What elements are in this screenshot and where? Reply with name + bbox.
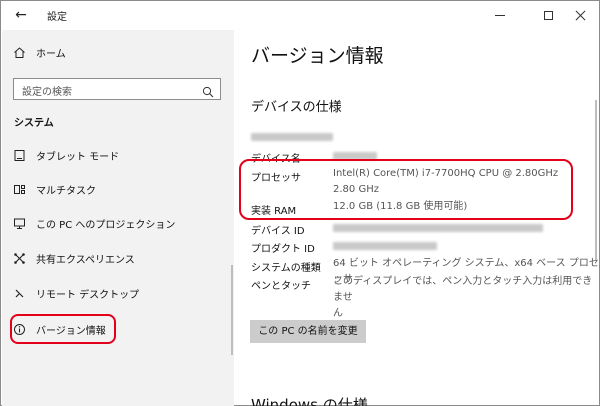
processor-label: プロセッサ xyxy=(251,173,301,184)
device-spec-heading: デバイスの仕様 xyxy=(251,100,342,115)
computer-name-redacted xyxy=(251,133,333,141)
sidebar-item-label: マルチタスク xyxy=(36,185,96,197)
close-button[interactable] xyxy=(560,2,600,28)
processor-value-line1: Intel(R) Core(TM) i7-7700HQ CPU @ 2.80GH… xyxy=(333,168,559,179)
search-input[interactable]: 設定の検索 xyxy=(13,78,221,100)
sidebar-item-label: ホーム xyxy=(36,48,66,60)
title-bar: ← 設定 xyxy=(2,2,600,30)
home-icon xyxy=(12,45,26,59)
sidebar-item-multitask[interactable]: マルチタスク xyxy=(2,176,234,202)
device-id-value-redacted xyxy=(333,224,543,232)
sidebar-item-label: 共有エクスペリエンス xyxy=(36,254,135,266)
multitask-icon xyxy=(12,182,26,196)
info-icon xyxy=(12,322,26,336)
tablet-icon xyxy=(12,148,26,162)
sidebar-item-about[interactable]: バージョン情報 xyxy=(2,316,234,342)
main-scrollbar[interactable] xyxy=(595,100,597,260)
sidebar: ホーム 設定の検索 システム タブレット モード マルチタスク この PC への… xyxy=(2,30,234,406)
sidebar-item-label: バージョン情報 xyxy=(36,325,106,337)
rename-pc-button[interactable]: この PC の名前を変更 xyxy=(250,320,366,343)
close-icon xyxy=(575,10,586,21)
sidebar-item-tablet-mode[interactable]: タブレット モード xyxy=(2,142,234,168)
processor-value: Intel(R) Core(TM) i7-7700HQ CPU @ 2.80GH… xyxy=(333,166,558,198)
shared-experience-icon xyxy=(12,251,26,265)
product-id-value-redacted xyxy=(333,242,437,250)
sidebar-item-home[interactable]: ホーム xyxy=(2,39,234,65)
sidebar-item-label: リモート デスクトップ xyxy=(36,289,140,301)
ram-label: 実装 RAM xyxy=(251,206,297,217)
minimize-button[interactable] xyxy=(480,2,520,28)
page-title: バージョン情報 xyxy=(251,45,384,67)
pen-touch-label: ペンとタッチ xyxy=(251,281,311,292)
pen-touch-value: このディスプレイでは、ペン入力とタッチ入力は利用できませ ん xyxy=(333,274,600,322)
system-type-label: システムの種類 xyxy=(251,263,321,274)
windows-spec-heading: Windows の仕様 xyxy=(251,396,368,406)
sidebar-item-label: タブレット モード xyxy=(36,151,120,163)
sidebar-item-label: この PC へのプロジェクション xyxy=(36,219,176,231)
pen-touch-value-line1: このディスプレイでは、ペン入力とタッチ入力は利用できませ xyxy=(333,276,593,303)
sidebar-item-remote-desktop[interactable]: リモート デスクトップ xyxy=(2,280,234,306)
maximize-icon xyxy=(543,10,553,20)
processor-value-line2: 2.80 GHz xyxy=(333,184,379,195)
sidebar-item-shared-experience[interactable]: 共有エクスペリエンス xyxy=(2,245,234,271)
settings-window: ← 設定 ホーム 設定の検索 システム タブレット モード マルチタスク この … xyxy=(0,0,600,406)
window-title: 設定 xyxy=(47,12,67,23)
section-heading: システム xyxy=(14,118,54,129)
ram-value: 12.0 GB (11.8 GB 使用可能) xyxy=(333,201,468,212)
device-id-label: デバイス ID xyxy=(251,226,305,237)
main-content: バージョン情報 デバイスの仕様 デバイス名 プロセッサ Intel(R) Cor… xyxy=(234,30,600,406)
search-placeholder: 設定の検索 xyxy=(22,87,72,98)
minimize-icon xyxy=(495,14,505,16)
product-id-label: プロダクト ID xyxy=(251,244,315,255)
search-icon xyxy=(202,83,214,98)
sidebar-scrollbar[interactable] xyxy=(231,265,233,355)
back-arrow-icon[interactable]: ← xyxy=(12,6,30,24)
remote-desktop-icon xyxy=(12,286,26,300)
sidebar-item-projection[interactable]: この PC へのプロジェクション xyxy=(2,210,234,236)
pen-touch-value-line2: ん xyxy=(333,308,343,319)
projection-icon xyxy=(12,216,26,230)
